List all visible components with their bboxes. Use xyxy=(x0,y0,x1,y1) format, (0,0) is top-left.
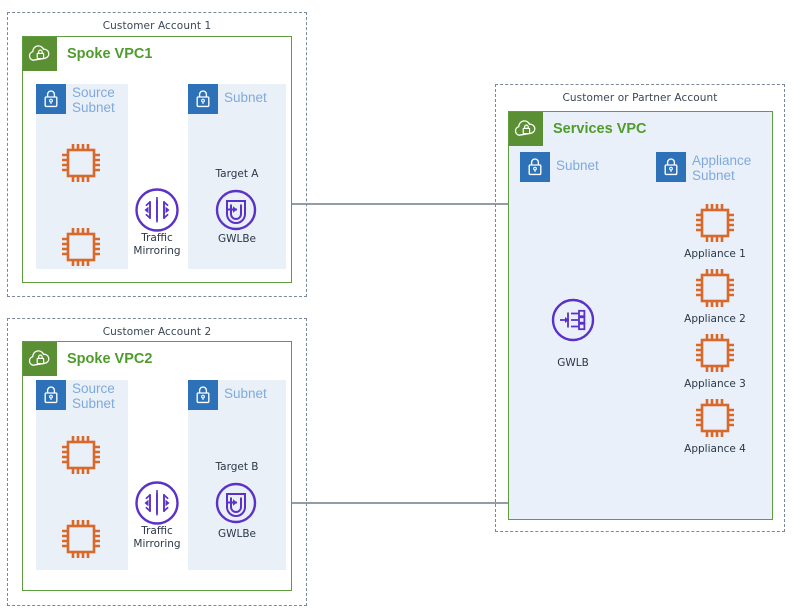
ec2-instance-icon xyxy=(692,265,738,311)
subnet-title-source-subnet-1: Source Subnet xyxy=(72,85,115,115)
vpc-title-services-vpc: Services VPC xyxy=(553,121,647,137)
gateway-load-balancer-icon xyxy=(547,294,599,346)
node-label-gwlb: GWLB xyxy=(557,357,589,369)
vpc-title-spoke-vpc-1: Spoke VPC1 xyxy=(67,46,153,62)
node-label-gwlbe-a: GWLBe xyxy=(217,233,257,245)
subnet-title-source-subnet-2: Source Subnet xyxy=(72,381,115,411)
subnet-lock-icon xyxy=(188,84,218,114)
account-label-customer-account-1: Customer Account 1 xyxy=(102,20,212,32)
node-label-appliance-4: Appliance 4 xyxy=(684,443,746,455)
node-label-appliance-3: Appliance 3 xyxy=(684,378,746,390)
ec2-instance-icon xyxy=(692,330,738,376)
subnet-lock-icon xyxy=(36,84,66,114)
subnet-title-appliance-subnet: Appliance Subnet xyxy=(692,153,752,183)
subnet-title-subnet-2: Subnet xyxy=(224,386,267,401)
account-label-customer-or-partner-account: Customer or Partner Account xyxy=(562,92,718,104)
node-label-target-b: Target B xyxy=(215,461,259,473)
account-label-customer-account-2: Customer Account 2 xyxy=(102,326,212,338)
node-label-target-a: Target A xyxy=(215,168,259,180)
ec2-instance-icon xyxy=(58,516,104,562)
ec2-instance-icon xyxy=(58,224,104,270)
vpc-cloud-lock-icon xyxy=(23,37,57,71)
diagram-canvas: Customer Account 1 Spoke VPC1 Source Sub… xyxy=(0,0,800,612)
subnet-lock-icon xyxy=(520,152,550,182)
subnet-lock-icon xyxy=(188,380,218,410)
node-label-appliance-1: Appliance 1 xyxy=(684,248,746,260)
vpc-title-spoke-vpc-2: Spoke VPC2 xyxy=(67,351,153,367)
ec2-instance-icon xyxy=(58,140,104,186)
ec2-instance-icon xyxy=(58,432,104,478)
vpc-cloud-lock-icon xyxy=(509,112,543,146)
gwlb-endpoint-icon xyxy=(211,185,261,235)
traffic-mirroring-icon xyxy=(130,476,184,530)
subnet-title-subnet-1: Subnet xyxy=(224,90,267,105)
subnet-title-services-subnet: Subnet xyxy=(556,158,599,173)
node-label-gwlbe-b: GWLBe xyxy=(217,528,257,540)
node-label-appliance-2: Appliance 2 xyxy=(684,313,746,325)
subnet-lock-icon xyxy=(656,152,686,182)
gwlb-endpoint-icon xyxy=(211,478,261,528)
traffic-mirroring-icon xyxy=(130,183,184,237)
vpc-cloud-lock-icon xyxy=(23,342,57,376)
ec2-instance-icon xyxy=(692,395,738,441)
subnet-lock-icon xyxy=(36,380,66,410)
ec2-instance-icon xyxy=(692,200,738,246)
